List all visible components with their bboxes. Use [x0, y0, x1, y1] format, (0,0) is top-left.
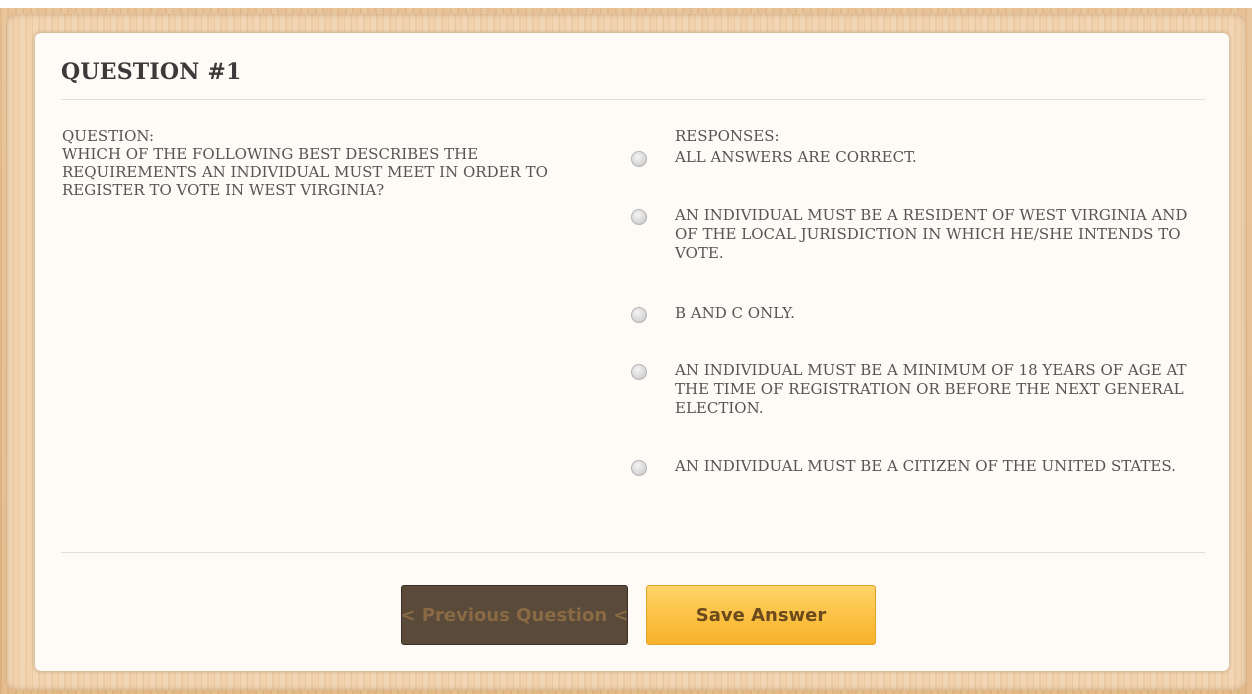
- top-strip: [0, 0, 1252, 8]
- previous-question-button[interactable]: <<< Previous Question <<<: [401, 585, 628, 645]
- bottom-divider: [61, 552, 1205, 553]
- radio-button[interactable]: [631, 307, 647, 323]
- radio-button[interactable]: [631, 364, 647, 380]
- responses-label: RESPONSES:: [675, 127, 780, 145]
- responses-block: RESPONSES: ALL ANSWERS ARE CORRECT. AN I…: [631, 127, 1211, 476]
- response-option-text: AN INDIVIDUAL MUST BE A MINIMUM OF 18 YE…: [675, 361, 1187, 417]
- radio-button[interactable]: [631, 209, 647, 225]
- page-title: QUESTION #1: [61, 59, 242, 85]
- response-option-text: ALL ANSWERS ARE CORRECT.: [675, 148, 917, 166]
- response-option-text: B AND C ONLY.: [675, 304, 795, 322]
- top-divider: [61, 99, 1205, 100]
- question-block: QUESTION: WHICH OF THE FOLLOWING BEST DE…: [62, 127, 602, 199]
- radio-button[interactable]: [631, 460, 647, 476]
- response-option-text: AN INDIVIDUAL MUST BE A CITIZEN OF THE U…: [675, 457, 1176, 475]
- question-label: QUESTION:: [62, 127, 155, 145]
- radio-button[interactable]: [631, 151, 647, 167]
- save-answer-button[interactable]: Save Answer: [646, 585, 876, 645]
- response-option-text: AN INDIVIDUAL MUST BE A RESIDENT OF WEST…: [675, 206, 1188, 262]
- question-text: WHICH OF THE FOLLOWING BEST DESCRIBES TH…: [62, 145, 548, 199]
- question-panel: QUESTION #1 QUESTION: WHICH OF THE FOLLO…: [35, 33, 1229, 671]
